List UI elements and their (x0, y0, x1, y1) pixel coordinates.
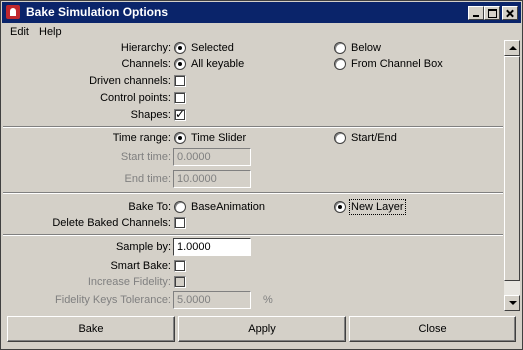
menu-bar: Edit Help (2, 23, 521, 41)
close-button[interactable]: Close (349, 316, 516, 342)
close-window-button[interactable] (502, 6, 518, 20)
bake-to-label: Bake To: (128, 201, 171, 213)
driven-channels-checkbox[interactable] (174, 75, 186, 87)
control-points-checkbox[interactable] (174, 92, 186, 104)
title-bar[interactable]: Bake Simulation Options (2, 2, 521, 23)
bake-button[interactable]: Bake (7, 316, 175, 342)
end-time-field[interactable]: 10.0000 (173, 170, 251, 188)
time-range-start-end-label[interactable]: Start/End (351, 132, 397, 144)
sample-by-label: Sample by: (115, 241, 171, 253)
channels-all-keyable-label[interactable]: All keyable (191, 58, 244, 70)
start-time-field[interactable]: 0.0000 (173, 148, 251, 166)
fidelity-keys-tolerance-label: Fidelity Keys Tolerance: (55, 294, 171, 306)
bake-to-base-animation-radio[interactable] (174, 201, 186, 213)
percent-unit-label: % (263, 294, 273, 306)
smart-bake-checkbox[interactable] (174, 260, 186, 272)
channels-label: Channels: (121, 58, 171, 70)
time-range-label: Time range: (112, 132, 171, 144)
hierarchy-below-radio[interactable] (334, 42, 346, 54)
driven-channels-label: Driven channels: (89, 75, 171, 87)
vertical-scrollbar[interactable] (504, 40, 520, 311)
fidelity-keys-tolerance-field[interactable]: 5.0000 (173, 291, 251, 309)
menu-help[interactable]: Help (39, 26, 62, 38)
scroll-down-arrow-icon[interactable] (504, 295, 520, 311)
maximize-button[interactable] (484, 6, 500, 20)
section-divider (3, 126, 503, 128)
increase-fidelity-checkbox[interactable] (174, 276, 186, 288)
channels-from-channel-box-radio[interactable] (334, 58, 346, 70)
bake-to-new-layer-label[interactable]: New Layer (349, 199, 406, 215)
start-time-label: Start time: (120, 151, 171, 163)
channels-all-keyable-radio[interactable] (174, 58, 186, 70)
minimize-button[interactable] (468, 6, 484, 20)
bake-to-new-layer-radio[interactable] (334, 201, 346, 213)
section-divider (3, 192, 503, 194)
delete-baked-channels-checkbox[interactable] (174, 217, 186, 229)
time-range-start-end-radio[interactable] (334, 132, 346, 144)
menu-edit[interactable]: Edit (10, 26, 29, 38)
apply-button[interactable]: Apply (178, 316, 346, 342)
control-points-label: Control points: (100, 92, 171, 104)
sample-by-field[interactable]: 1.0000 (173, 238, 251, 256)
end-time-label: End time: (124, 173, 171, 185)
increase-fidelity-label: Increase Fidelity: (87, 276, 171, 288)
hierarchy-label: Hierarchy: (120, 42, 171, 54)
hierarchy-selected-label[interactable]: Selected (191, 42, 234, 54)
shapes-label: Shapes: (130, 109, 171, 121)
shapes-checkbox[interactable] (174, 107, 186, 121)
smart-bake-label: Smart Bake: (110, 260, 171, 272)
scroll-up-arrow-icon[interactable] (504, 40, 520, 56)
window-title: Bake Simulation Options (26, 5, 169, 19)
scrollbar-thumb[interactable] (504, 56, 520, 281)
channels-from-channel-box-label[interactable]: From Channel Box (351, 58, 443, 70)
options-panel: Hierarchy: Selected Below Channels: All … (3, 40, 503, 311)
time-range-time-slider-label[interactable]: Time Slider (191, 132, 246, 144)
delete-baked-channels-label: Delete Baked Channels: (52, 217, 171, 229)
section-divider (3, 234, 503, 236)
hierarchy-selected-radio[interactable] (174, 42, 186, 54)
maya-app-icon (6, 5, 20, 19)
bake-to-base-animation-label[interactable]: BaseAnimation (191, 201, 265, 213)
hierarchy-below-label[interactable]: Below (351, 42, 381, 54)
time-range-time-slider-radio[interactable] (174, 132, 186, 144)
